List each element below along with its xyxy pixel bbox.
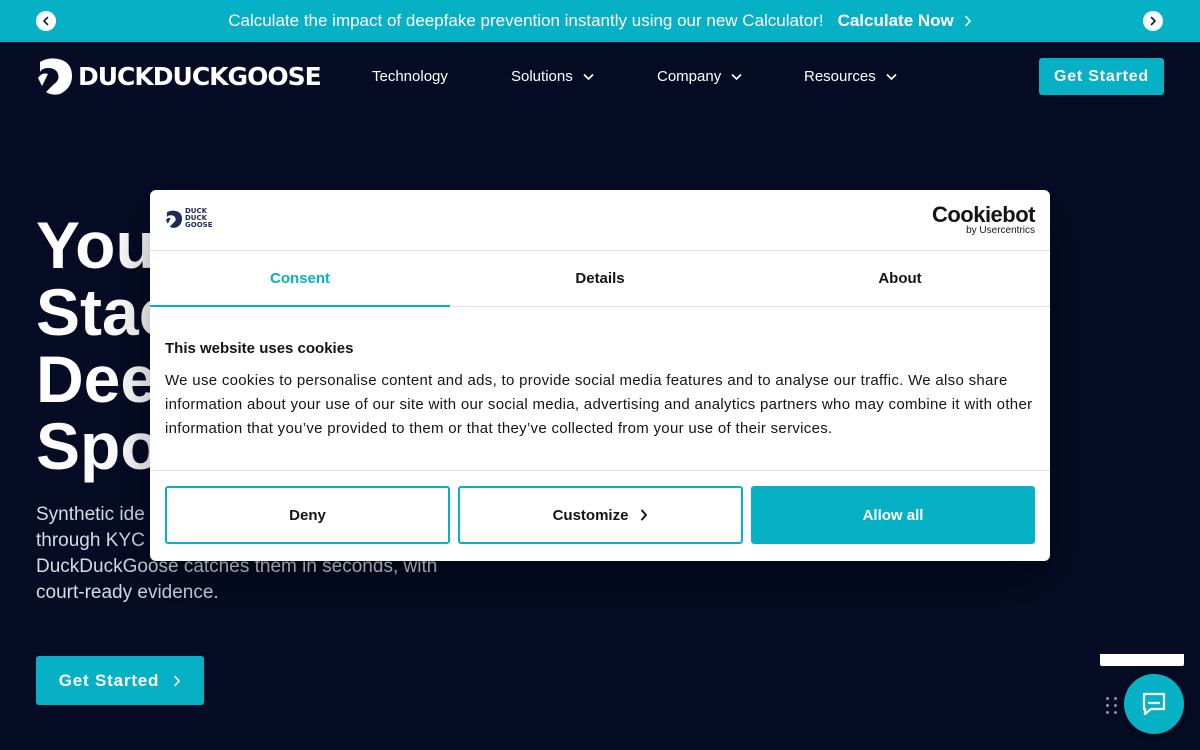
cookiebot-title: Cookiebot [931,202,1036,227]
cookie-dialog-header: DUCK DUCK GOOSE Cookiebot by Usercentric… [150,190,1050,251]
cookie-dialog-actions: Deny Customize Allow all [150,471,1050,560]
tab-about[interactable]: About [750,251,1050,306]
drag-dot [1114,704,1117,707]
cookiebot-subtitle: by Usercentrics [966,225,1035,236]
logo-wordmark-part-1: DUCKDUCK [78,61,229,91]
nav-item-company[interactable]: Company [657,68,742,85]
cookie-dialog-text: We use cookies to personalise content an… [165,372,1033,437]
chevron-left-icon [43,16,49,26]
chat-drag-handle[interactable] [1106,697,1118,714]
cookie-dialog-tabs: Consent Details About [150,251,1050,307]
nav-item-label: Company [657,68,722,85]
drag-dot [1106,697,1109,700]
site-logo[interactable]: DUCKDUCKGOOSE [36,56,322,96]
cookiebot-logo[interactable]: Cookiebot by Usercentrics [931,202,1036,236]
announcement-next-button[interactable] [1143,11,1163,31]
nav-item-label: Solutions [511,68,573,85]
calculate-now-label: Calculate Now [837,11,954,30]
drag-dot [1114,711,1117,714]
customize-label: Customize [552,506,629,524]
cookie-dialog-heading: This website uses cookies [165,340,354,357]
chevron-right-icon [964,15,971,27]
chat-launcher-button[interactable] [1124,674,1184,734]
nav-item-solutions[interactable]: Solutions [511,68,594,85]
nav-item-label: Resources [804,68,876,85]
chevron-right-icon [1150,16,1156,26]
cookie-dialog-site-logo: DUCK DUCK GOOSE [165,208,212,229]
nav-item-label: Technology [372,68,448,85]
logo-wordmark: DUCKDUCKGOOSE [78,61,322,91]
allow-all-button[interactable]: Allow all [751,486,1035,544]
announcement-bar: Calculate the impact of deepfake prevent… [0,0,1200,42]
goose-logo-icon [38,58,72,95]
customize-button[interactable]: Customize [458,486,743,544]
hero-get-started-button[interactable]: Get Started [36,656,204,705]
cookie-dialog-logo-text: DUCK DUCK GOOSE [185,208,212,229]
announcement-message: Calculate the impact of deepfake prevent… [228,11,824,30]
calculate-now-link[interactable]: Calculate Now [838,11,972,31]
logo-wordmark-part-2: GOOSE [227,61,322,91]
announcement-prev-button[interactable] [36,11,56,31]
hero-get-started-label: Get Started [58,670,160,690]
chat-bubble-icon [1142,692,1166,716]
drag-dot [1114,697,1117,700]
main-nav: DUCKDUCKGOOSE Technology Solutions Compa… [0,42,1200,112]
cookie-consent-dialog: DUCK DUCK GOOSE Cookiebot by Usercentric… [150,190,1050,561]
deny-button[interactable]: Deny [165,486,450,544]
cookie-dialog-body: This website uses cookies We use cookies… [150,307,1050,471]
tab-consent[interactable]: Consent [150,251,450,307]
nav-item-resources[interactable]: Resources [804,68,897,85]
drag-dot [1106,711,1109,714]
hero-subtitle-line: court-ready evidence. [36,582,219,603]
nav-get-started-button[interactable]: Get Started [1039,58,1164,95]
drag-dot [1106,704,1109,707]
chevron-down-icon [731,73,742,80]
chevron-down-icon [886,73,897,80]
chevron-right-icon [641,509,648,521]
chevron-down-icon [583,73,594,80]
chevron-right-icon [174,675,181,686]
tab-details[interactable]: Details [450,251,750,306]
goose-logo-icon [165,210,183,228]
logo-text-line: GOOSE [185,221,213,229]
chat-notification-tab[interactable] [1100,654,1184,666]
nav-item-technology[interactable]: Technology [372,68,448,85]
